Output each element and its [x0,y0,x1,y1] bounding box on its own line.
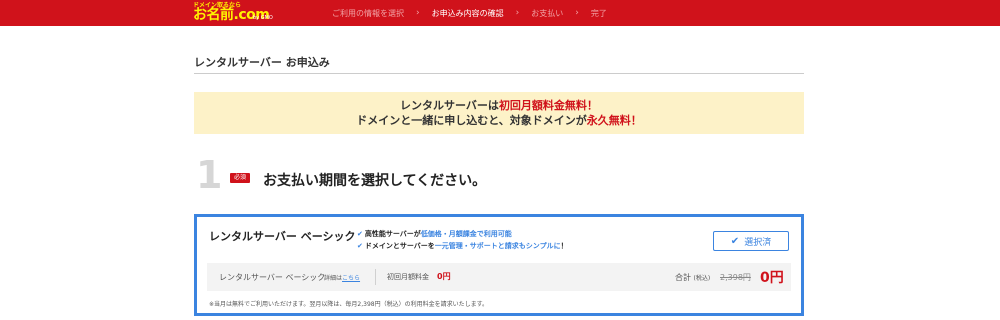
required-badge: 必須 [230,173,250,183]
plan-card[interactable]: レンタルサーバー ベーシック ✔ 高性能サーバーが低価格・月額課金で利用可能 ✔ ド… [194,214,804,316]
total-label: 合計 (税込) [675,273,711,282]
plan-name: レンタルサーバー ベーシック [209,230,356,243]
page-title: レンタルサーバー お申込み [194,56,330,69]
plan-feature-1: ✔ 高性能サーバーが低価格・月額課金で利用可能 [357,230,512,238]
step-payment: お支払い [531,8,564,18]
promo-highlight-1: 初回月額料金無料！ [498,99,598,112]
first-month-fee-label: 初回月額料金 [387,273,429,281]
step-select-info: ご利用の情報を選択 [332,8,404,18]
title-divider [194,73,804,74]
total-price: 0円 [760,270,784,286]
selected-button[interactable]: ✔ 選択済 [713,231,789,251]
billing-note: ※当月は無料でご利用いただけます。翌月以降は、毎月2,398円（税込）の利用料金… [209,301,489,308]
promo-line-1: レンタルサーバーは初回月額料金無料！ [400,99,598,112]
step-complete: 完了 [590,8,607,18]
header-bar: ドメイン取るなら お名前.com by GMO ご利用の情報を選択 › お申込み… [0,0,1000,26]
onamae-logo[interactable]: ドメイン取るなら お名前.com by GMO [193,2,281,24]
detail-link[interactable]: こちら [342,275,360,282]
summary-detail: 詳細はこちら [324,275,361,282]
selected-button-label: 選択済 [744,237,772,248]
section-title: お支払い期間を選択してください。 [263,173,487,189]
total-original-price: 2,398円 [720,273,751,282]
plan-summary-row: レンタルサーバー ベーシック 詳細はこちら 初回月額料金 0円 合計 (税込) … [207,263,791,291]
promo-banner: レンタルサーバーは初回月額料金無料！ ドメインと一緒に申し込むと、対象ドメインが… [194,92,804,134]
first-month-fee-value: 0円 [437,272,451,281]
check-icon: ✔ [357,230,363,238]
logo-sub: by GMO [253,15,273,21]
step-confirm: お申込み内容の確認 [431,8,504,18]
promo-highlight-2: 永久無料！ [586,114,642,127]
plan-feature-2: ✔ ドメインとサーバーを一元管理・サポートと請求もシンプルに！ [357,242,568,250]
progress-steps: ご利用の情報を選択 › お申込み内容の確認 › お支払い › 完了 [320,0,619,26]
check-icon: ✔ [357,242,363,250]
summary-divider [375,269,376,285]
check-icon: ✔ [730,235,740,247]
promo-line-2: ドメインと一緒に申し込むと、対象ドメインが永久無料！ [356,114,642,127]
summary-plan-name: レンタルサーバー ベーシック [219,273,326,282]
section-step-number: 1 [196,153,223,197]
